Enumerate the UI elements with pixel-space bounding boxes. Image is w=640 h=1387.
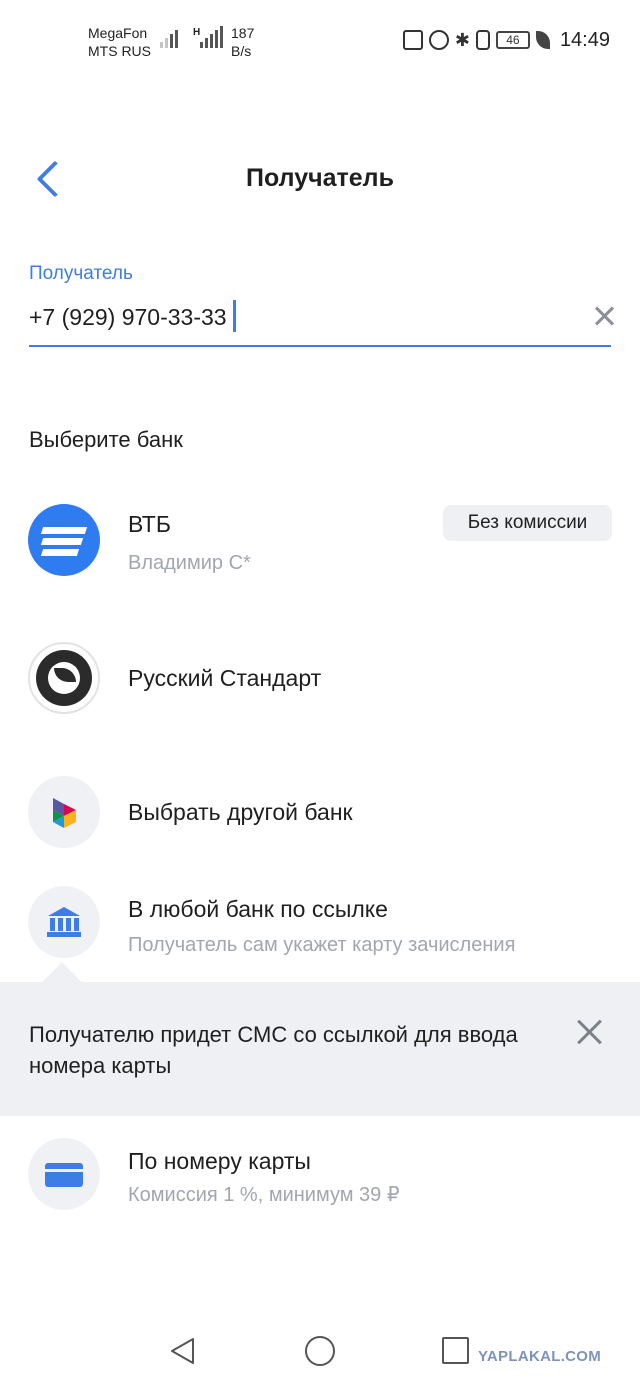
- vtb-logo: [28, 504, 100, 576]
- russian-standard-logo: [28, 642, 100, 714]
- choose-other-bank[interactable]: Выбрать другой банк: [0, 774, 640, 850]
- by-card-number[interactable]: По номеру карты Комиссия 1 %, минимум 39…: [0, 1136, 640, 1216]
- vibrate-icon: [475, 30, 490, 50]
- leaf-icon: [535, 31, 550, 49]
- carrier-1: MegaFon: [88, 25, 148, 41]
- bank-name: ВТБ: [128, 511, 171, 537]
- speed-value: 187: [231, 25, 255, 41]
- card-number-label: По номеру карты: [128, 1148, 311, 1174]
- nav-back-icon[interactable]: [168, 1336, 198, 1366]
- clock: 14:49: [559, 28, 610, 51]
- bank-name: Русский Стандарт: [128, 665, 322, 691]
- battery-icon: 46: [495, 31, 530, 49]
- carrier-info: MegaFon MTS RUS: [88, 24, 151, 60]
- nav-home-icon[interactable]: [305, 1336, 335, 1366]
- status-icons: ✱ 46 14:49: [402, 28, 610, 52]
- bluetooth-icon: ✱: [454, 30, 470, 50]
- bank-item-vtb[interactable]: ВТБ Владимир С* Без комиссии: [0, 500, 640, 590]
- card-commission: Комиссия 1 %, минимум 39 ₽: [128, 1184, 400, 1206]
- network-speed: 187 B/s: [231, 24, 254, 60]
- choose-other-bank-label: Выбрать другой банк: [128, 799, 353, 825]
- page-title: Получатель: [246, 164, 394, 192]
- bank-recipient-name: Владимир С*: [128, 552, 251, 574]
- section-title: Выберите банк: [29, 427, 183, 452]
- bank-item-russian-standard[interactable]: Русский Стандарт: [0, 640, 640, 716]
- clear-icon[interactable]: [588, 300, 620, 332]
- recipient-label: Получатель: [29, 263, 133, 284]
- recipient-input[interactable]: [29, 300, 569, 334]
- nav-recents-icon[interactable]: [442, 1337, 469, 1364]
- carrier-2: MTS RUS: [88, 43, 151, 59]
- status-bar: MegaFon MTS RUS H 187 B/s ✱ 46 14:49: [0, 0, 640, 80]
- any-bank-subtitle: Получатель сам укажет карту зачисления: [128, 934, 516, 956]
- sbp-logo: [28, 776, 100, 848]
- no-commission-badge: Без комиссии: [443, 505, 612, 541]
- signal-2-icon: [200, 26, 223, 48]
- close-icon[interactable]: [572, 1014, 608, 1050]
- alarm-icon: [428, 30, 449, 50]
- any-bank-label: В любой банк по ссылке: [128, 896, 388, 922]
- text-caret: [233, 300, 236, 332]
- nfc-icon: [402, 30, 423, 50]
- tooltip-text: Получателю придет СМС со ссылкой для вво…: [29, 1022, 518, 1078]
- card-icon: [28, 1138, 100, 1210]
- signal-1-icon: [160, 26, 178, 48]
- watermark: YAPLAKAL.COM: [478, 1348, 602, 1365]
- any-bank-by-link[interactable]: В любой банк по ссылке Получатель сам ук…: [0, 884, 640, 964]
- speed-unit: B/s: [231, 43, 252, 59]
- bank-building-icon: [28, 886, 100, 958]
- input-underline: [29, 345, 611, 347]
